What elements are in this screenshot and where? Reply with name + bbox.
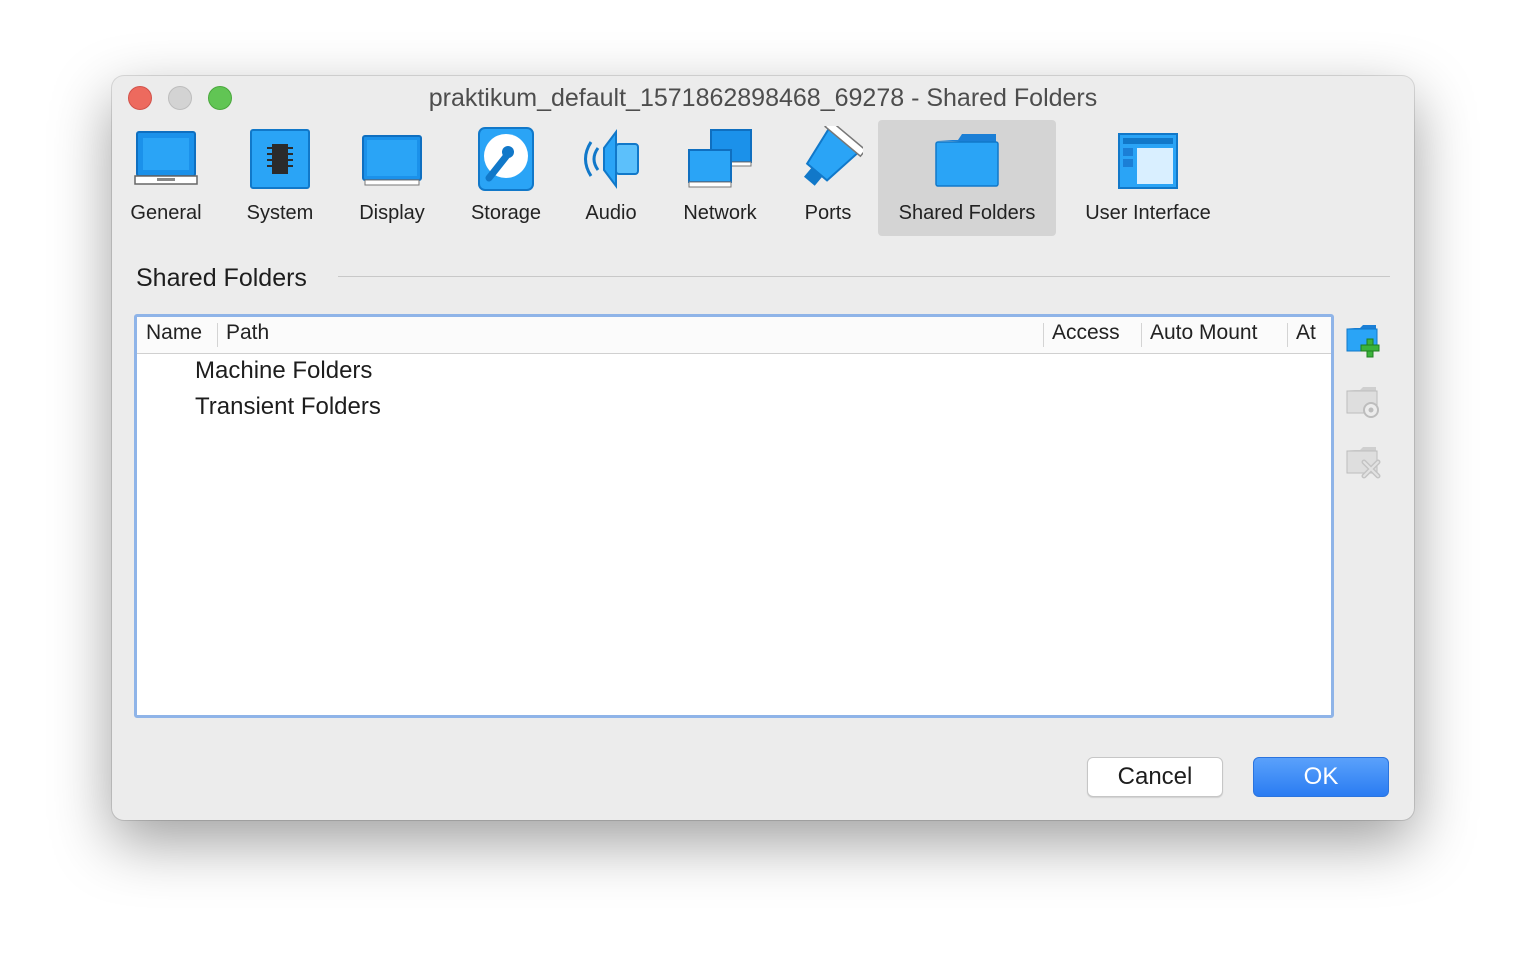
column-divider xyxy=(1287,323,1288,347)
tab-audio[interactable]: Audio xyxy=(568,120,654,236)
column-divider xyxy=(217,323,218,347)
section-title: Shared Folders xyxy=(136,264,307,292)
tab-ports[interactable]: Ports xyxy=(786,120,870,236)
tab-network[interactable]: Network xyxy=(670,120,770,236)
tab-display[interactable]: Display xyxy=(346,120,438,236)
settings-toolbar: General System Display Storage Audio Net… xyxy=(112,120,1414,236)
column-header-auto-mount[interactable]: Auto Mount xyxy=(1150,321,1257,345)
display-icon xyxy=(362,135,422,186)
tab-label: Storage xyxy=(470,202,542,224)
system-icon xyxy=(250,129,310,189)
ports-icon xyxy=(803,126,863,186)
column-header-access[interactable]: Access xyxy=(1052,321,1120,345)
column-divider xyxy=(1141,323,1142,347)
tab-label: System xyxy=(246,202,314,224)
column-header-name[interactable]: Name xyxy=(146,321,202,345)
edit-folder-icon xyxy=(1346,387,1379,418)
title-bar: praktikum_default_1571862898468_69278 - … xyxy=(112,76,1414,122)
storage-icon xyxy=(478,127,534,191)
ok-button[interactable]: OK xyxy=(1253,757,1389,797)
settings-window: praktikum_default_1571862898468_69278 - … xyxy=(112,76,1414,820)
tab-label: Audio xyxy=(585,202,637,224)
tab-label: General xyxy=(130,202,202,224)
tab-label: Display xyxy=(359,202,425,224)
column-header-at[interactable]: At xyxy=(1296,321,1316,345)
table-header: Name Path Access Auto Mount At xyxy=(137,317,1331,354)
user-interface-icon xyxy=(1118,133,1178,189)
tab-label: Shared Folders xyxy=(898,202,1036,224)
shared-folders-icon xyxy=(935,134,999,187)
audio-icon xyxy=(584,129,639,189)
tab-user-interface[interactable]: User Interface xyxy=(1072,120,1224,236)
table-row[interactable]: Transient Folders xyxy=(195,393,381,421)
column-header-path[interactable]: Path xyxy=(226,321,269,345)
general-icon xyxy=(134,131,198,185)
tab-storage[interactable]: Storage xyxy=(460,120,552,236)
tab-general[interactable]: General xyxy=(120,120,212,236)
add-folder-icon[interactable] xyxy=(1346,322,1382,358)
shared-folders-table[interactable]: Name Path Access Auto Mount At Machine F… xyxy=(134,314,1334,718)
column-divider xyxy=(1043,323,1044,347)
tab-label: Ports xyxy=(804,202,852,224)
cancel-button[interactable]: Cancel xyxy=(1087,757,1223,797)
window-title: praktikum_default_1571862898468_69278 - … xyxy=(428,84,1098,112)
network-icon xyxy=(688,129,752,188)
tab-system[interactable]: System xyxy=(234,120,326,236)
table-row[interactable]: Machine Folders xyxy=(195,357,372,385)
tab-label: Network xyxy=(683,202,757,224)
section-divider xyxy=(338,276,1390,277)
tab-shared-folders[interactable]: Shared Folders xyxy=(878,120,1056,236)
remove-folder-icon xyxy=(1346,447,1381,479)
tab-label: User Interface xyxy=(1085,202,1211,224)
